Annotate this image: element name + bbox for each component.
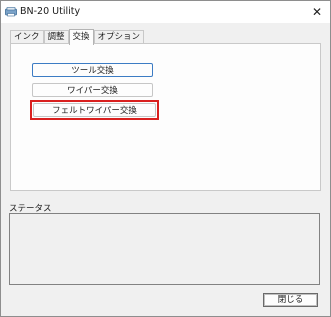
utility-window: BN-20 Utility ✕ インク 調整 交換 オプション ツール交換 ワイ… (0, 0, 331, 317)
title-bar: BN-20 Utility ✕ (1, 1, 330, 23)
status-output (9, 213, 320, 285)
close-button[interactable]: 閉じる (263, 293, 318, 307)
tab-adjust[interactable]: 調整 (43, 30, 69, 44)
wiper-exchange-button[interactable]: ワイパー交換 (32, 83, 153, 97)
tab-options[interactable]: オプション (93, 30, 145, 44)
window-close-icon[interactable]: ✕ (304, 1, 330, 23)
app-icon (5, 7, 17, 17)
tool-exchange-button[interactable]: ツール交換 (32, 63, 153, 77)
felt-wiper-exchange-button[interactable]: フェルトワイパー交換 (33, 103, 156, 117)
exchange-panel: ツール交換 ワイパー交換 フェルトワイパー交換 (10, 43, 321, 191)
window-title: BN-20 Utility (20, 6, 81, 17)
tab-exchange[interactable]: 交換 (68, 29, 94, 45)
tab-ink[interactable]: インク (10, 30, 44, 44)
tab-strip: インク 調整 交換 オプション (10, 28, 145, 45)
